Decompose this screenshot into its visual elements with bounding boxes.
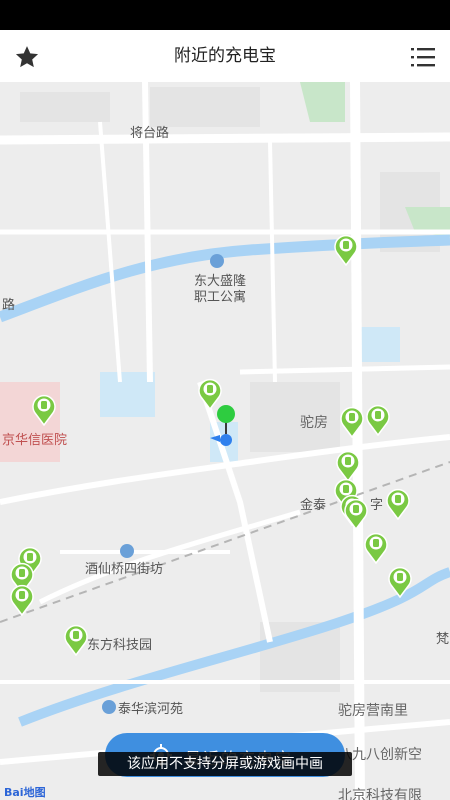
list-menu-icon[interactable] [410, 44, 436, 70]
poi-label: 职工公寓 [194, 290, 247, 305]
charging-station-marker[interactable] [338, 404, 366, 438]
page-title: 附近的充电宝 [174, 46, 276, 66]
poi-label: 酒仙桥四街坊 [85, 562, 164, 577]
charging-station-marker[interactable] [62, 622, 90, 656]
area-label: 驼房 [300, 415, 328, 431]
status-bar [0, 0, 450, 30]
charging-station-marker[interactable] [30, 392, 58, 426]
hospital-label: 京华信医院 [2, 433, 68, 448]
baidu-map-logo: Bai地图 [4, 786, 46, 799]
area-label: 驼房营南里 [338, 703, 408, 719]
road-label: 将台路 [130, 126, 170, 141]
poi-label: 东方科技园 [87, 638, 153, 653]
poi-label: 泰华滨河苑 [118, 702, 184, 717]
building-icon [120, 544, 134, 558]
split-screen-toast: 该应用不支持分屏或游戏画中画 [98, 752, 352, 776]
charging-station-marker[interactable] [364, 402, 392, 436]
current-location-pin[interactable] [208, 402, 242, 450]
map-view[interactable]: 将台路 东大盛隆 职工公寓 路 京华信医院 驼房 金泰 字 酒仙桥四街坊 东方科… [0, 82, 450, 800]
road-label: 路 [2, 298, 16, 313]
charging-station-marker[interactable] [386, 564, 414, 598]
poi-label: 梵 [436, 632, 450, 647]
poi-label: 北京科技有限 [338, 788, 422, 800]
charging-station-marker[interactable] [362, 530, 390, 564]
poi-label: 金泰 [300, 498, 327, 513]
building-icon [102, 700, 116, 714]
charging-station-marker[interactable] [332, 232, 360, 266]
app-header: 附近的充电宝 [0, 30, 450, 83]
charging-station-marker[interactable] [8, 582, 36, 616]
charging-station-marker[interactable] [384, 486, 412, 520]
charging-station-marker[interactable] [342, 496, 370, 530]
poi-label: 字 [370, 498, 384, 513]
building-icon [210, 254, 224, 268]
